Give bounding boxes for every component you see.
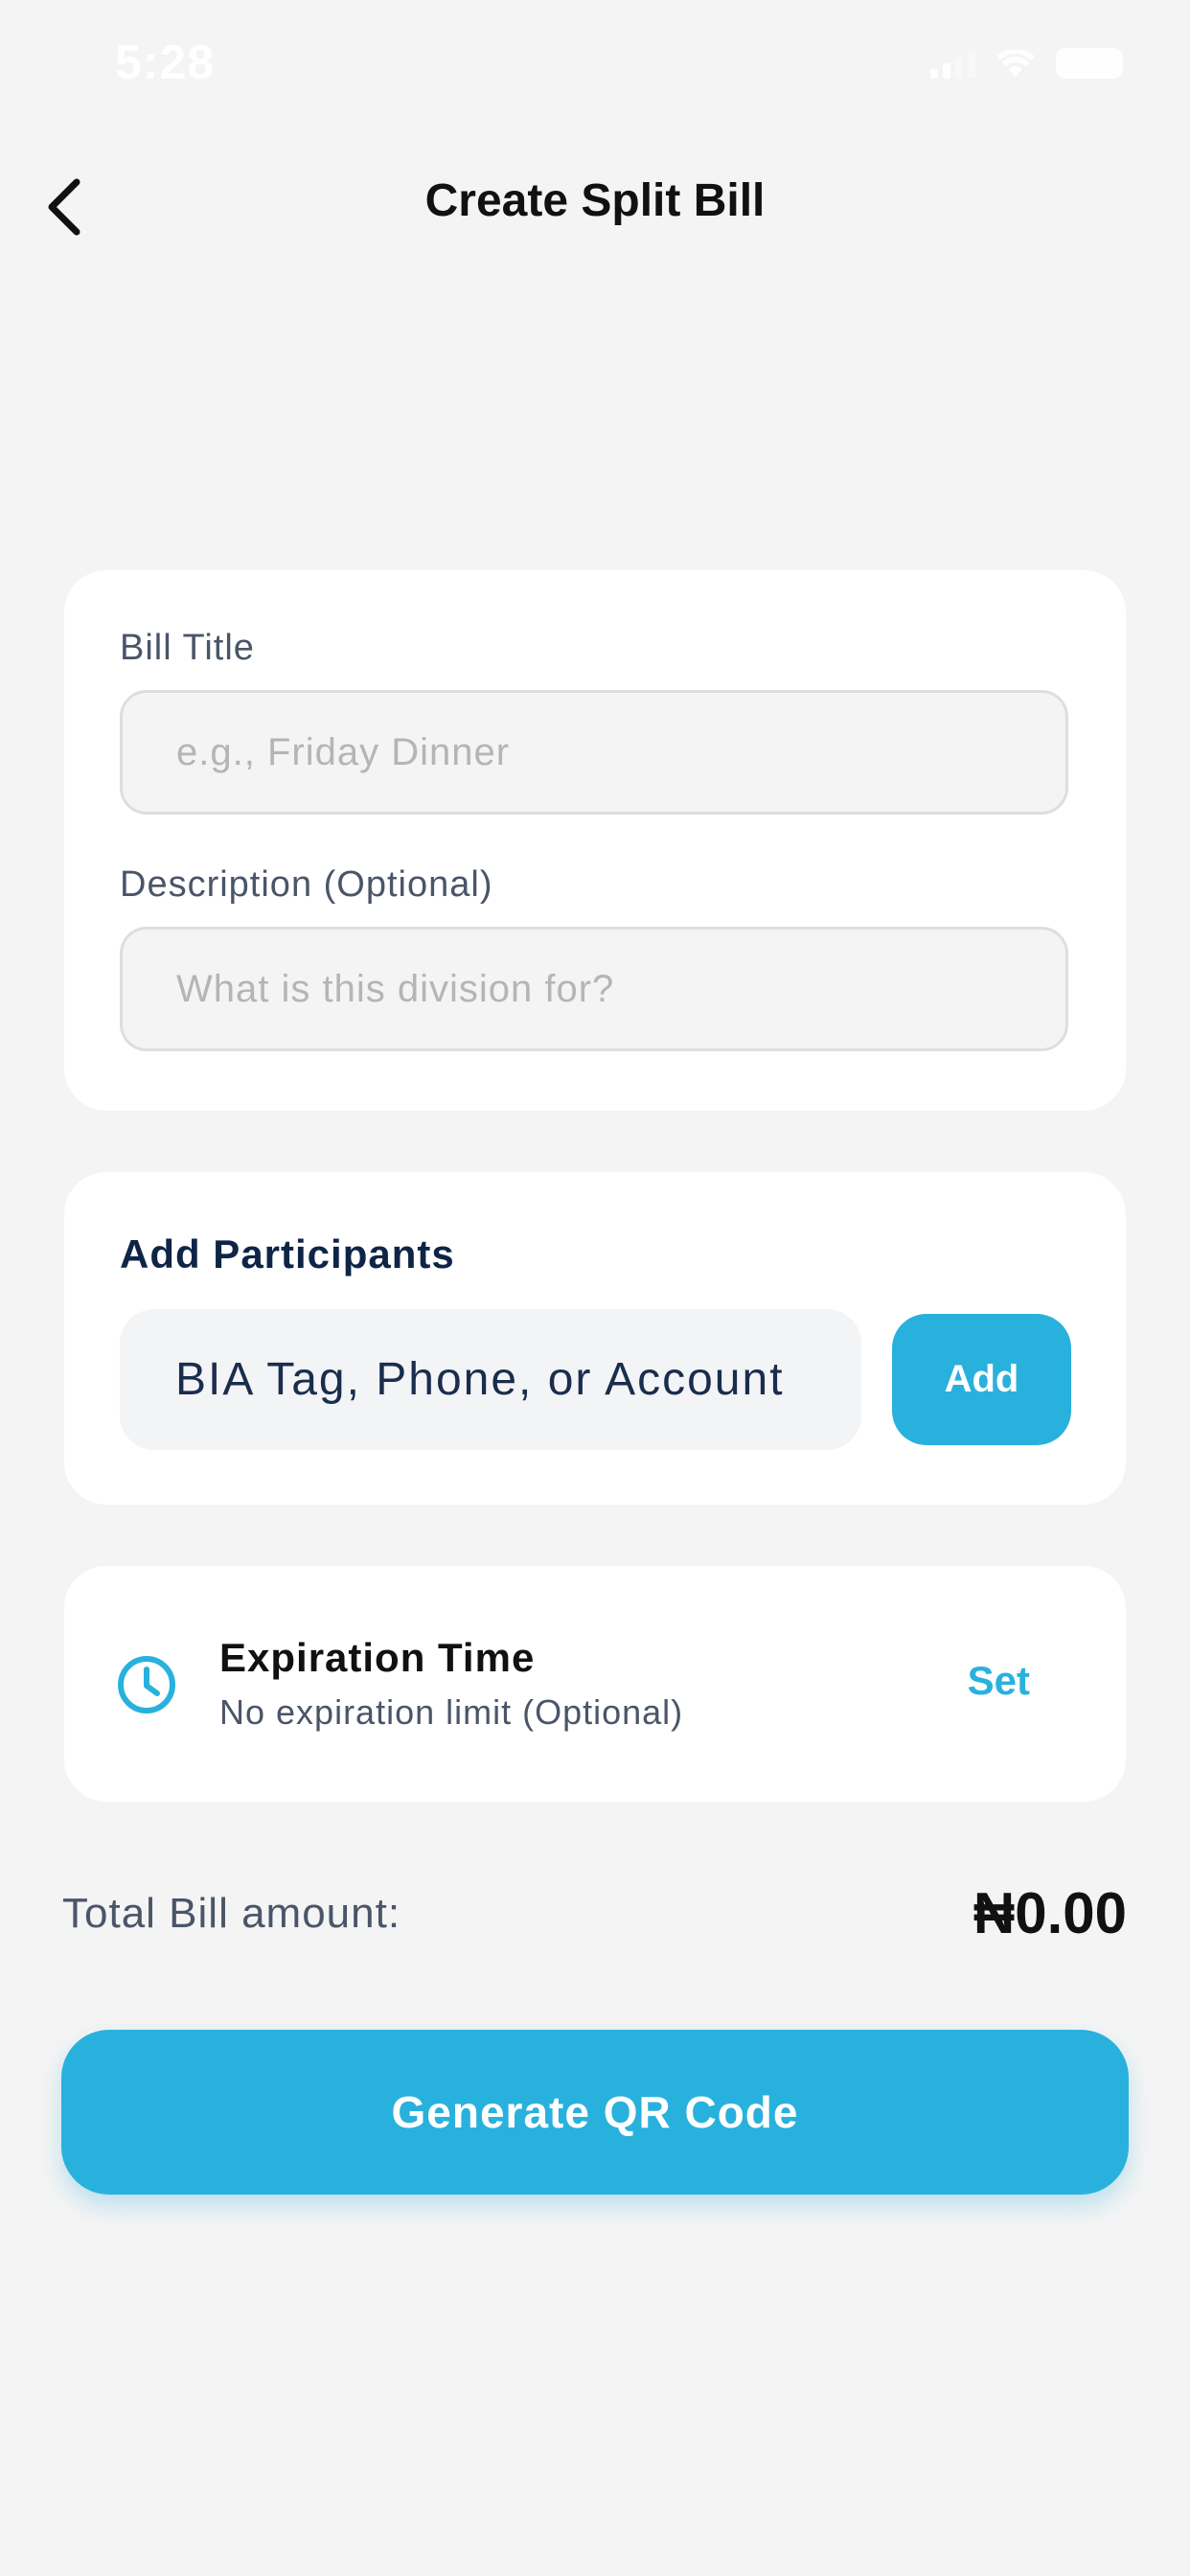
bill-details-card: Bill Title Description (Optional) bbox=[64, 570, 1126, 1111]
description-label: Description (Optional) bbox=[120, 864, 493, 905]
status-icons bbox=[930, 48, 1123, 79]
bill-title-input[interactable] bbox=[120, 690, 1068, 815]
expiration-subtitle: No expiration limit (Optional) bbox=[219, 1692, 684, 1732]
status-bar: 5:28 bbox=[0, 0, 1190, 125]
total-bill-amount: ₦0.00 bbox=[973, 1881, 1127, 1945]
participants-card: Add Participants Add bbox=[64, 1172, 1126, 1505]
description-input[interactable] bbox=[120, 927, 1068, 1051]
status-time: 5:28 bbox=[115, 35, 216, 89]
generate-qr-code-button[interactable]: Generate QR Code bbox=[61, 2030, 1129, 2195]
cellular-signal-icon bbox=[930, 48, 975, 79]
bill-title-label: Bill Title bbox=[120, 628, 255, 668]
participant-search-input[interactable] bbox=[120, 1309, 861, 1450]
expiration-card[interactable]: Expiration Time No expiration limit (Opt… bbox=[64, 1566, 1126, 1802]
wifi-icon bbox=[996, 50, 1035, 77]
expiration-title: Expiration Time bbox=[219, 1635, 536, 1680]
clock-icon bbox=[118, 1656, 175, 1714]
page-title: Create Split Bill bbox=[424, 175, 766, 226]
total-bill-label: Total Bill amount: bbox=[62, 1890, 401, 1937]
set-expiration-button[interactable]: Set bbox=[968, 1658, 1030, 1704]
battery-icon bbox=[1056, 48, 1123, 79]
participants-section-title: Add Participants bbox=[120, 1231, 455, 1276]
add-participant-button[interactable]: Add bbox=[892, 1314, 1071, 1445]
